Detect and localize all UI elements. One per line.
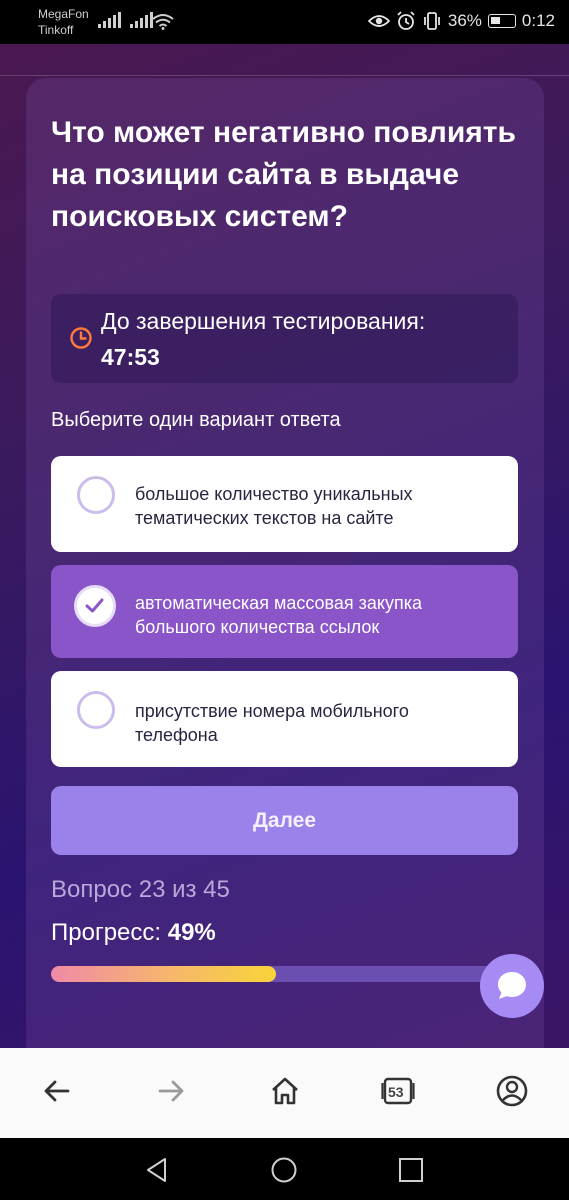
- nav-recents-icon[interactable]: [397, 1156, 425, 1184]
- status-right: 36% 0:12: [367, 11, 555, 31]
- forward-arrow-icon[interactable]: [154, 1074, 188, 1108]
- battery-icon: [487, 14, 516, 28]
- radio-button[interactable]: [77, 476, 115, 514]
- wifi-icon: [152, 14, 174, 30]
- progress-bar-fill: [51, 966, 277, 982]
- signal-icon: [130, 12, 153, 28]
- clock-icon: [70, 327, 92, 349]
- vibrate-icon: [423, 12, 440, 30]
- check-icon: [85, 598, 104, 613]
- radio-button-checked[interactable]: [74, 585, 116, 627]
- progress-text: Прогресс: 49%: [51, 917, 216, 949]
- clock: 0:12: [521, 11, 555, 30]
- answer-option-1[interactable]: большое количество уникальных тематическ…: [51, 456, 518, 552]
- nav-back-icon[interactable]: [143, 1156, 171, 1184]
- option-text: большое количество уникальных тематическ…: [135, 484, 413, 528]
- chat-button[interactable]: [480, 954, 544, 1018]
- option-text: присутствие номера мобильного телефона: [135, 701, 409, 745]
- carrier-1: MegaFon: [38, 7, 89, 21]
- option-text: автоматическая массовая закупка большого…: [135, 593, 423, 637]
- answer-option-3[interactable]: присутствие номера мобильного телефона: [51, 671, 518, 767]
- eye-icon: [367, 15, 390, 27]
- next-button[interactable]: Далее: [51, 786, 518, 855]
- chat-bubble-icon: [498, 972, 526, 999]
- signal-icon: [98, 12, 121, 28]
- tabs-count: 53: [388, 1084, 404, 1100]
- progress-value: 49%: [167, 919, 216, 946]
- browser-toolbar: 53: [0, 1048, 569, 1138]
- status-bar: MegaFon Tinkoff 36% 0:12: [0, 0, 569, 44]
- progress-label: Прогресс:: [51, 919, 162, 946]
- header-divider: [0, 75, 569, 76]
- timer-label: До завершения тестирования:: [101, 308, 426, 334]
- battery-percent: 36%: [447, 11, 482, 30]
- profile-icon[interactable]: [495, 1074, 529, 1108]
- alarm-icon: [397, 11, 415, 30]
- question-counter: Вопрос 23 из 45: [51, 876, 230, 903]
- system-nav-bar: [0, 1138, 569, 1200]
- answer-hint: Выберите один вариант ответа: [51, 409, 341, 431]
- nav-home-icon[interactable]: [270, 1156, 298, 1184]
- back-arrow-icon[interactable]: [40, 1074, 74, 1108]
- question-text: Что может негативно повлиять на позиции …: [51, 116, 516, 233]
- answer-option-2[interactable]: автоматическая массовая закупка большого…: [51, 565, 518, 658]
- carrier-names: MegaFon Tinkoff: [38, 6, 89, 38]
- timer-value: 47:53: [101, 344, 160, 370]
- radio-button[interactable]: [77, 691, 115, 729]
- home-icon[interactable]: [268, 1074, 302, 1108]
- progress-bar: [51, 966, 511, 982]
- carrier-2: Tinkoff: [38, 23, 74, 37]
